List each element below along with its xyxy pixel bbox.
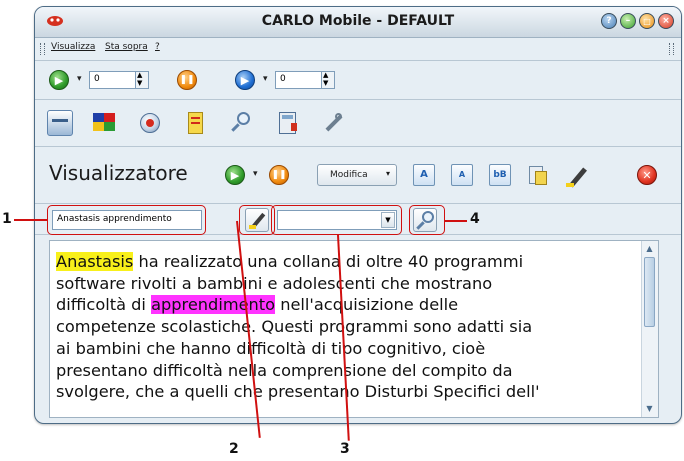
text-run: ha realizzato una collana di oltre 40 pr…: [133, 252, 524, 271]
text-run: presentano difficoltà nella comprensione…: [56, 360, 513, 380]
menu-grip-right[interactable]: [669, 43, 674, 55]
play-blue-dropdown-icon[interactable]: ▾: [263, 74, 268, 84]
minimize-icon: –: [625, 16, 631, 26]
text-run: svolgere, che a quelli che presentano Di…: [56, 382, 540, 402]
font-bigger-button[interactable]: A: [413, 164, 435, 186]
globe-icon[interactable]: [137, 110, 163, 136]
stepper-1-arrows[interactable]: ▲ ▼: [135, 72, 148, 88]
window-title: CARLO Mobile - DEFAULT: [261, 13, 455, 29]
play-icon-blue: ▶: [240, 73, 250, 87]
notes-icon[interactable]: [183, 110, 209, 136]
document-viewer[interactable]: Anastasis ha realizzato una collana di o…: [49, 240, 659, 418]
menu-help[interactable]: ?: [155, 42, 160, 52]
close-window-button[interactable]: ×: [658, 13, 674, 29]
close-x-icon: ✕: [642, 168, 652, 182]
viewer-title: Visualizzatore: [49, 161, 188, 185]
menu-sta-sopra[interactable]: Sta sopra: [105, 42, 148, 52]
viewer-play-dropdown-icon[interactable]: ▾: [253, 169, 258, 179]
flags-icon[interactable]: [91, 110, 117, 136]
help-icon: ?: [606, 16, 612, 26]
scroll-thumb[interactable]: [644, 257, 655, 327]
viewer-toolbar: Visualizzatore ▶ ▾ ❚❚ Modifica ▾ A A bB …: [35, 147, 681, 204]
play-icon: ▶: [54, 73, 64, 87]
callout-box-2: [239, 205, 275, 235]
close-icon: ×: [662, 16, 670, 26]
text-run: competenze scolastiche. Questi programmi…: [56, 317, 533, 337]
speed-stepper-1-value: 0: [94, 74, 100, 84]
font-smaller-button[interactable]: A: [451, 164, 473, 186]
viewer-close-button[interactable]: ✕: [637, 165, 657, 185]
callout-line-4: [445, 220, 467, 222]
pause-icon: ❚❚: [179, 75, 195, 85]
pause-icon: ❚❚: [271, 170, 287, 180]
magnifier-icon[interactable]: [228, 110, 254, 136]
vertical-scrollbar[interactable]: ▲ ▼: [641, 241, 658, 417]
maximize-window-button[interactable]: □: [639, 13, 655, 29]
highlighted-word: Anastasis: [56, 252, 134, 271]
callout-number-1: 1: [2, 211, 12, 227]
menu-visualizza[interactable]: Visualizza: [51, 42, 95, 52]
callout-number-3: 3: [340, 441, 350, 457]
speed-stepper-1[interactable]: 0 ▲ ▼: [89, 71, 149, 89]
modifica-label: Modifica: [330, 170, 368, 180]
paste-document-icon[interactable]: [525, 163, 551, 189]
menu-bar: Visualizza Sta sopra ?: [35, 38, 681, 61]
text-run: software rivolti a bambini e adolescenti…: [56, 273, 493, 293]
document-text[interactable]: Anastasis ha realizzato una collana di o…: [56, 251, 641, 403]
callout-box-3: [271, 205, 402, 235]
settings-wrench-icon[interactable]: [320, 110, 346, 136]
calculator-icon[interactable]: [275, 110, 301, 136]
play-dropdown-icon[interactable]: ▾: [77, 74, 82, 84]
callout-number-4: 4: [470, 211, 480, 227]
callout-box-1: [47, 205, 206, 235]
scroll-down-icon[interactable]: ▼: [644, 403, 655, 414]
text-run: nell'acquisizione delle: [275, 295, 459, 315]
play-icon: ▶: [230, 168, 240, 182]
keyboard-icon[interactable]: [47, 110, 73, 136]
text-run: difficoltà di: [56, 295, 152, 315]
maximize-icon: □: [643, 16, 651, 26]
tools-toolbar: [35, 100, 681, 147]
speed-stepper-2[interactable]: 0 ▲ ▼: [275, 71, 335, 89]
modifica-dropdown[interactable]: Modifica ▾: [317, 164, 397, 186]
speed-stepper-2-value: 0: [280, 74, 286, 84]
menu-grip-left[interactable]: [40, 43, 45, 55]
highlighter-pen-icon[interactable]: [563, 163, 589, 189]
viewer-pause-button[interactable]: ❚❚: [269, 165, 289, 185]
font-bigger-label: A: [420, 169, 428, 180]
help-window-button[interactable]: ?: [601, 13, 617, 29]
callout-number-2: 2: [229, 441, 239, 457]
play-blue-button[interactable]: ▶: [235, 70, 255, 90]
font-smaller-label: A: [458, 170, 466, 179]
text-run: ai bambini che hanno difficoltà di tipo …: [56, 338, 486, 358]
pause-button[interactable]: ❚❚: [177, 70, 197, 90]
highlighted-word: apprendimento: [151, 295, 276, 315]
minimize-window-button[interactable]: –: [620, 13, 636, 29]
callout-line-1: [14, 219, 47, 221]
case-toggle-label: bB: [493, 170, 507, 180]
stepper-2-arrows[interactable]: ▲ ▼: [321, 72, 334, 88]
player-toolbar: ▶ ▾ 0 ▲ ▼ ❚❚ ▶ ▾ 0 ▲ ▼: [35, 61, 681, 100]
title-bar[interactable]: CARLO Mobile - DEFAULT ? – □ ×: [35, 7, 681, 38]
callout-box-4: [409, 205, 445, 235]
scroll-up-icon[interactable]: ▲: [644, 243, 655, 254]
modifica-chevron-icon: ▾: [385, 169, 390, 178]
case-toggle-button[interactable]: bB: [489, 164, 511, 186]
viewer-play-button[interactable]: ▶: [225, 165, 245, 185]
play-button[interactable]: ▶: [49, 70, 69, 90]
